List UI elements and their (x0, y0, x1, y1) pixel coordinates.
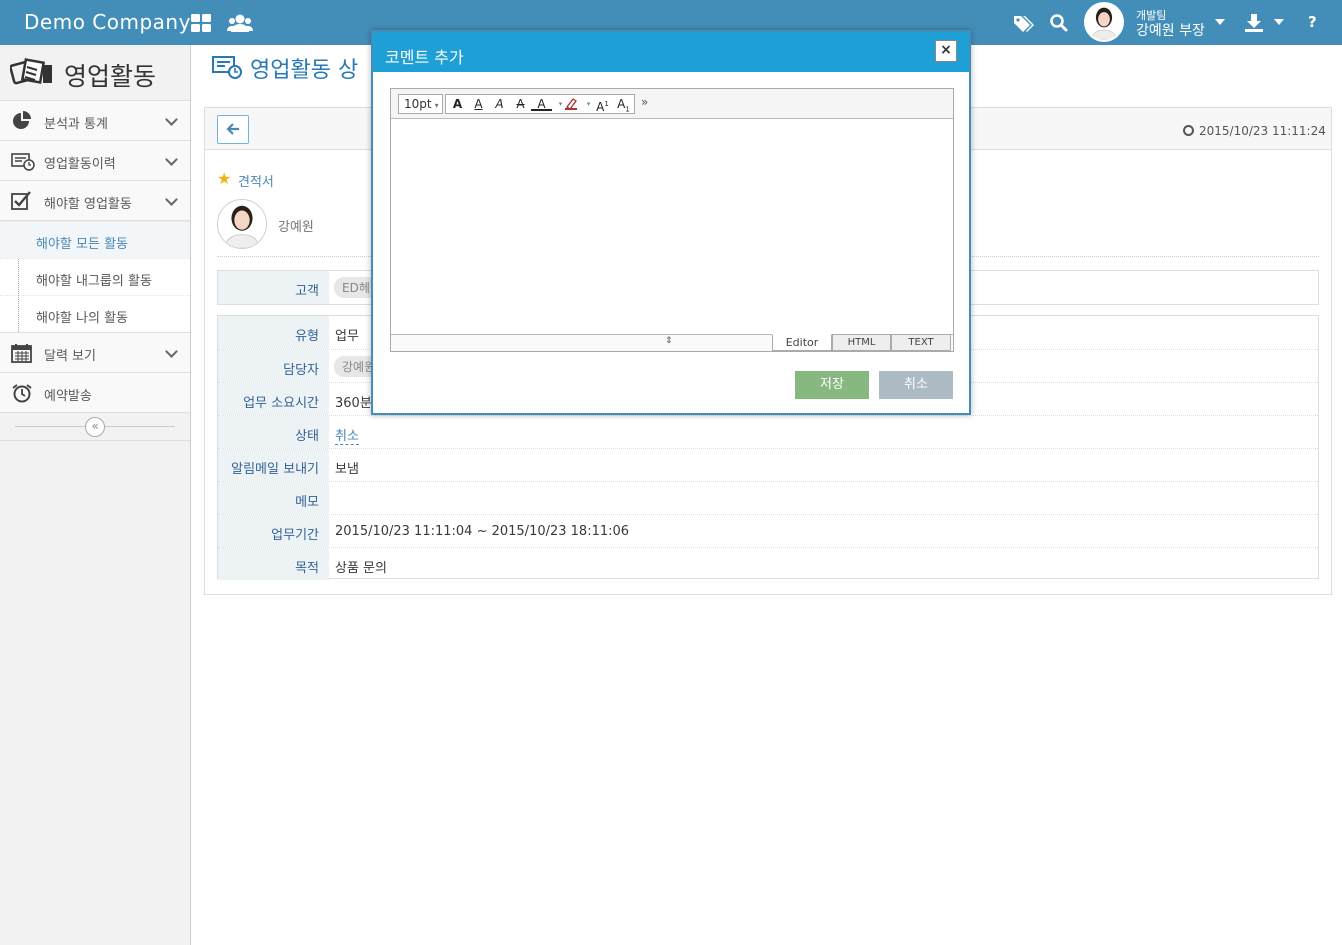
comment-editor-area[interactable] (391, 119, 953, 335)
tab-editor[interactable]: Editor (772, 334, 832, 351)
rich-text-editor: 10pt ▾ A A A A A ▾ ▾ A1 A1 » ⇕ Editor HTM… (390, 88, 954, 352)
detail-label: 목적 (218, 548, 329, 580)
detail-row: 메모 (218, 481, 1318, 514)
sidebar-item-label: 영업활동이력 (44, 157, 116, 172)
superscript-icon[interactable]: A1 (592, 95, 613, 114)
todo-submenu: 해야할 모든 활동 해야할 내그룹의 활동 해야할 나의 활동 (0, 221, 190, 333)
tab-text[interactable]: TEXT (891, 334, 951, 351)
detail-label: 고객 (218, 271, 329, 304)
detail-row: 알림메일 보내기 보냄 (218, 448, 1318, 481)
sidebar: 영업활동 분석과 통계 영업활동이력 해야할 영업활동 해야할 모든 활동 해야… (0, 45, 191, 945)
page-title-text: 영업활동 상 (250, 58, 359, 83)
user-avatar[interactable] (1084, 2, 1124, 42)
sidebar-item-history[interactable]: 영업활동이력 (0, 141, 190, 181)
star-icon: ★ (217, 169, 232, 188)
detail-label: 담당자 (218, 350, 329, 382)
users-icon[interactable] (227, 12, 253, 34)
help-icon[interactable]: ? (1308, 13, 1330, 35)
download-icon[interactable] (1243, 12, 1265, 34)
submenu-item-all[interactable]: 해야할 모든 활동 (0, 221, 190, 258)
underline-icon[interactable]: A (468, 95, 489, 113)
tags-icon[interactable] (1012, 12, 1034, 34)
dialog-header: 코멘트 추가 × (373, 32, 969, 72)
brand-name[interactable]: Demo Company (24, 10, 191, 34)
sidebar-item-analytics[interactable]: 분석과 통계 (0, 101, 190, 141)
tab-html[interactable]: HTML (832, 334, 891, 351)
user-name[interactable]: 강예원 부장 (1136, 20, 1205, 40)
sales-activity-icon (9, 55, 54, 89)
bold-icon[interactable]: A (447, 95, 468, 113)
alarm-clock-icon (11, 383, 33, 403)
add-comment-dialog: 코멘트 추가 × 10pt ▾ A A A A A ▾ ▾ A1 A1 » ⇕ … (371, 30, 971, 415)
detail-label: 업무 소요시간 (218, 383, 329, 415)
detail-value: 360분 (335, 396, 372, 411)
sidebar-item-label: 해야할 영업활동 (44, 197, 132, 212)
sidebar-collapse-icon[interactable]: « (85, 417, 105, 437)
sidebar-item-calendar[interactable]: 달력 보기 (0, 333, 190, 373)
chevron-down-icon (165, 193, 178, 206)
history-icon (212, 54, 242, 80)
owner-name: 강예원 (278, 220, 314, 235)
subscript-icon[interactable]: A1 (613, 95, 634, 113)
pie-chart-icon (11, 111, 33, 131)
sidebar-title: 영업활동 (64, 62, 157, 91)
owner-avatar (217, 199, 267, 249)
calendar-icon (11, 343, 33, 363)
history-icon (11, 151, 35, 171)
font-color-icon[interactable]: A (531, 95, 552, 111)
submenu-item-mine[interactable]: 해야할 나의 활동 (0, 295, 190, 332)
chevron-down-icon (165, 113, 178, 126)
detail-value: 2015/10/23 11:11:04 ~ 2015/10/23 18:11:0… (335, 524, 630, 539)
cancel-button[interactable]: 취소 (879, 371, 953, 399)
chevron-down-icon (165, 345, 178, 358)
dialog-title: 코멘트 추가 (385, 48, 464, 67)
submenu-item-label: 해야할 나의 활동 (36, 311, 128, 326)
detail-label: 알림메일 보내기 (218, 449, 329, 481)
user-menu-chevron-down-icon[interactable] (1215, 19, 1225, 25)
detail-row: 업무기간 2015/10/23 11:11:04 ~ 2015/10/23 18… (218, 514, 1318, 547)
editor-footer: ⇕ Editor HTML TEXT (391, 334, 953, 351)
detail-label: 메모 (218, 482, 329, 514)
apps-grid-icon[interactable] (190, 12, 212, 34)
format-button-group: A A A A A ▾ ▾ A1 A1 (445, 94, 635, 114)
updated-timestamp: 2015/10/23 11:11:24 (1199, 124, 1326, 138)
font-size-select[interactable]: 10pt ▾ (398, 94, 443, 114)
sidebar-header: 영업활동 (0, 45, 190, 101)
save-button[interactable]: 저장 (795, 371, 869, 399)
submenu-item-group[interactable]: 해야할 내그룹의 활동 (0, 258, 190, 295)
detail-value: 보냄 (335, 462, 359, 477)
download-menu-chevron-down-icon[interactable] (1274, 19, 1284, 25)
sidebar-item-label: 분석과 통계 (44, 117, 108, 132)
resize-handle-icon[interactable]: ⇕ (665, 336, 673, 346)
sidebar-collapse-row: « (0, 413, 190, 441)
detail-label: 유형 (218, 316, 329, 349)
detail-row: 목적 상품 문의 (218, 547, 1318, 580)
back-button[interactable] (217, 115, 249, 144)
arrow-left-icon (226, 123, 239, 135)
checkbox-icon (11, 191, 33, 211)
detail-value: 상품 문의 (335, 561, 387, 576)
detail-label: 업무기간 (218, 515, 329, 547)
chevron-down-icon (165, 153, 178, 166)
detail-row: 상태 취소 (218, 415, 1318, 448)
detail-label: 상태 (218, 416, 329, 448)
detail-value: 업무 (335, 329, 359, 344)
category-label[interactable]: 견적서 (238, 171, 274, 190)
sidebar-item-label: 달력 보기 (44, 349, 96, 364)
sidebar-item-label: 예약발송 (44, 389, 92, 404)
editor-toolbar: 10pt ▾ A A A A A ▾ ▾ A1 A1 » (391, 89, 953, 119)
toolbar-more-icon[interactable]: » (641, 95, 648, 109)
sidebar-item-todo[interactable]: 해야할 영업활동 (0, 181, 190, 221)
submenu-item-label: 해야할 내그룹의 활동 (36, 274, 152, 289)
sidebar-item-scheduled-send[interactable]: 예약발송 (0, 373, 190, 413)
search-icon[interactable] (1048, 12, 1070, 34)
italic-icon[interactable]: A (489, 95, 510, 113)
status-link[interactable]: 취소 (335, 425, 359, 445)
strikethrough-icon[interactable]: A (510, 95, 531, 113)
clock-icon (1183, 125, 1194, 136)
close-icon[interactable]: × (935, 40, 957, 62)
submenu-item-label: 해야할 모든 활동 (36, 237, 128, 252)
